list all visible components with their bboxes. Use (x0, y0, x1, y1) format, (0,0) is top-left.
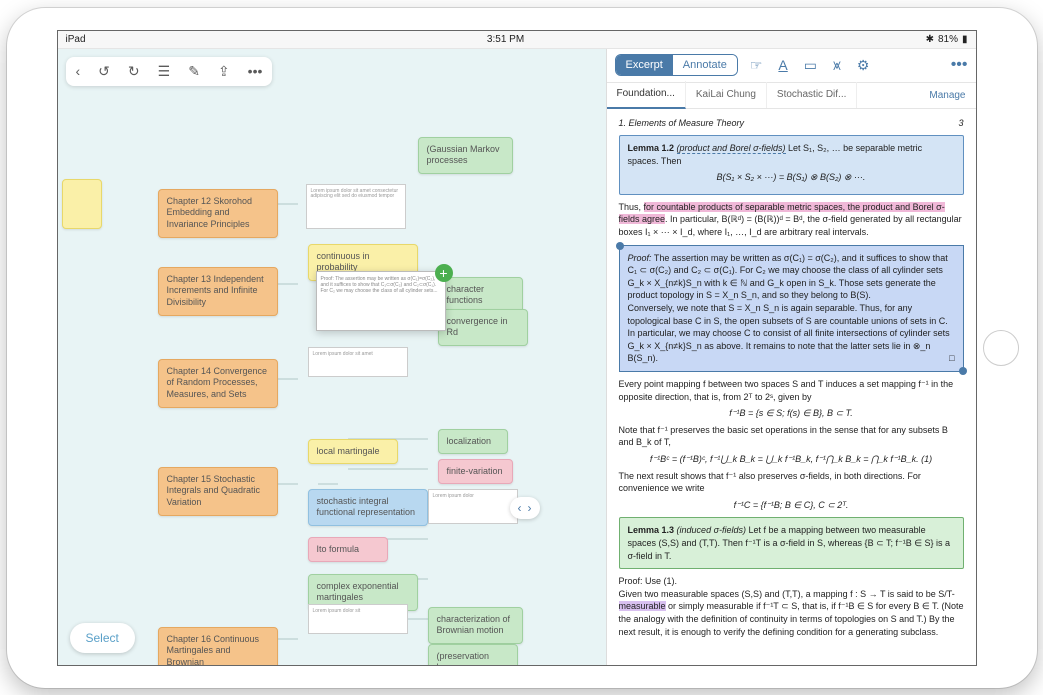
device-label: iPad (66, 34, 86, 45)
annotate-tab[interactable]: Annotate (673, 55, 737, 75)
lemma-title: (induced σ-fields) (677, 525, 746, 535)
chapter-node[interactable]: Chapter 12 Skorohod Embedding and Invari… (158, 189, 278, 238)
sub-node[interactable]: finite-variation (438, 459, 513, 485)
paragraph: Note that f⁻¹ preserves the basic set op… (619, 424, 964, 449)
screen: iPad 3:51 PM ✱ 81% ▮ ‹ ↺ ↻ ☰ ✎ ⇪ ••• (57, 30, 977, 666)
lemma-box[interactable]: Lemma 1.2 (product and Borel σ-fields) L… (619, 135, 964, 195)
mindmap-canvas[interactable]: Chapter 12 Skorohod Embedding and Invari… (58, 49, 606, 665)
sub-node[interactable]: localization (438, 429, 508, 455)
selection-box[interactable]: Proof: The assertion may be written as σ… (619, 245, 964, 372)
edit-icon[interactable]: ✎ (184, 61, 204, 82)
paragraph: Proof: Use (1). (619, 575, 964, 588)
proof-text: Conversely, we note that S = X_n S_n is … (628, 303, 950, 363)
outline-icon[interactable]: ☰ (154, 61, 175, 82)
excerpt-thumb[interactable]: Lorem ipsum dolor sit (308, 604, 408, 634)
select-mode-button[interactable]: Select (70, 623, 135, 653)
proof-text: The assertion may be written as σ(C₁) = … (628, 253, 948, 301)
chapter-node[interactable]: Chapter 15 Stochastic Integrals and Quad… (158, 467, 278, 516)
hand-icon[interactable]: ☞ (746, 57, 767, 74)
doc-tab[interactable]: Stochastic Dif... (767, 82, 857, 108)
lemma-label: Lemma 1.3 (628, 525, 675, 535)
paragraph: The next result shows that f⁻¹ also pres… (619, 470, 964, 495)
excerpt-thumb[interactable]: Lorem ipsum dolor sit amet (308, 347, 408, 377)
chapter-node[interactable]: Chapter 16 Continuous Martingales and Br… (158, 627, 278, 665)
page-nav: ‹ › (510, 497, 540, 519)
excerpt-thumb[interactable]: Lorem ipsum dolor sit amet consectetur a… (306, 184, 406, 229)
section-title: 1. Elements of Measure Theory (619, 117, 745, 130)
back-icon[interactable]: ‹ (72, 61, 85, 81)
manage-link[interactable]: Manage (919, 90, 975, 101)
battery-icon: ▮ (962, 34, 968, 45)
clock: 3:51 PM (487, 34, 524, 45)
proof-label: Proof: (628, 253, 652, 263)
sub-node[interactable]: local martingale (308, 439, 398, 465)
sub-node[interactable]: convergence in Rd (438, 309, 528, 346)
more-icon[interactable]: ••• (244, 61, 267, 81)
mode-segment[interactable]: Excerpt Annotate (615, 54, 738, 76)
formula: f⁻¹C = {f⁻¹B; B ∈ C}, C ⊂ 2ᵀ. (619, 499, 964, 512)
redo-icon[interactable]: ↻ (124, 61, 144, 82)
chapter-node[interactable]: Chapter 14 Convergence of Random Process… (158, 359, 278, 408)
selection-handle[interactable] (959, 367, 967, 375)
doc-tabs: Foundation... KaiLai Chung Stochastic Di… (607, 83, 976, 109)
bluetooth-icon: ✱ (926, 34, 934, 45)
more-icon[interactable]: ••• (951, 56, 968, 74)
formula: f⁻¹B = {s ∈ S; f(s) ∈ B}, B ⊂ T. (619, 407, 964, 420)
crop-icon[interactable]: ▭ (800, 57, 821, 74)
selection-handle[interactable] (616, 242, 624, 250)
status-bar: iPad 3:51 PM ✱ 81% ▮ (58, 31, 976, 49)
lemma-title: (product and Borel σ-fields) (677, 143, 786, 154)
root-node[interactable] (62, 179, 102, 229)
formula: f⁻¹Bᶜ = (f⁻¹B)ᶜ, f⁻¹⋃_k B_k = ⋃_k f⁻¹B_k… (619, 453, 964, 466)
share-icon[interactable]: ⇪ (214, 61, 234, 82)
sub-node[interactable]: stochastic integral functional represent… (308, 489, 428, 526)
prev-page-icon[interactable]: ‹ (518, 501, 522, 515)
doc-body[interactable]: 1. Elements of Measure Theory 3 Lemma 1.… (607, 109, 976, 665)
undo-icon[interactable]: ↺ (94, 61, 114, 82)
graph-icon[interactable]: ⩙ (829, 57, 845, 74)
sub-node[interactable]: (Gaussian Markov processes (418, 137, 513, 174)
sub-node[interactable]: Ito formula (308, 537, 388, 563)
page-number: 3 (958, 117, 963, 130)
mindmap-pane[interactable]: ‹ ↺ ↻ ☰ ✎ ⇪ ••• Chapter 12 Skorohod Embe… (58, 49, 606, 665)
plus-icon: + (435, 264, 453, 282)
doc-header: 1. Elements of Measure Theory 3 (619, 117, 964, 130)
settings-icon[interactable]: ⚙ (853, 57, 874, 74)
paragraph: Thus, for countable products of separabl… (619, 201, 964, 239)
right-toolbar: Excerpt Annotate ☞ A ▭ ⩙ ⚙ ••• (607, 49, 976, 83)
chapter-node[interactable]: Chapter 13 Independent Increments and In… (158, 267, 278, 316)
next-page-icon[interactable]: › (528, 501, 532, 515)
sub-node[interactable]: characterization of Brownian motion (428, 607, 523, 644)
excerpt-thumb[interactable]: Lorem ipsum dolor (428, 489, 518, 524)
doc-tab[interactable]: Foundation... (607, 81, 686, 109)
battery-label: 81% (938, 34, 958, 45)
qed-icon: □ (949, 352, 954, 365)
paragraph: Given two measurable spaces (S,S) and (T… (619, 588, 964, 638)
excerpt-tab[interactable]: Excerpt (616, 55, 673, 75)
ipad-frame: iPad 3:51 PM ✱ 81% ▮ ‹ ↺ ↻ ☰ ✎ ⇪ ••• (7, 8, 1037, 688)
text-style-icon[interactable]: A (774, 57, 791, 73)
lemma-label: Lemma 1.2 (628, 143, 675, 153)
paragraph: Every point mapping f between two spaces… (619, 378, 964, 403)
doc-tab[interactable]: KaiLai Chung (686, 82, 767, 108)
sub-node[interactable]: (preservation laws (428, 644, 518, 665)
lemma-box[interactable]: Lemma 1.3 (induced σ-fields) Let f be a … (619, 517, 964, 569)
left-toolbar: ‹ ↺ ↻ ☰ ✎ ⇪ ••• (66, 57, 273, 86)
home-button[interactable] (983, 330, 1019, 366)
status-right: ✱ 81% ▮ (926, 34, 968, 45)
split-view: ‹ ↺ ↻ ☰ ✎ ⇪ ••• Chapter 12 Skorohod Embe… (58, 49, 976, 665)
formula: B(S₁ × S₂ × ···) = B(S₁) ⊗ B(S₂) ⊗ ···. (628, 171, 955, 184)
document-pane: Excerpt Annotate ☞ A ▭ ⩙ ⚙ ••• Foundatio… (606, 49, 976, 665)
highlight: measurable (619, 601, 666, 611)
drag-preview[interactable]: Proof: The assertion may be written as σ… (316, 271, 446, 331)
